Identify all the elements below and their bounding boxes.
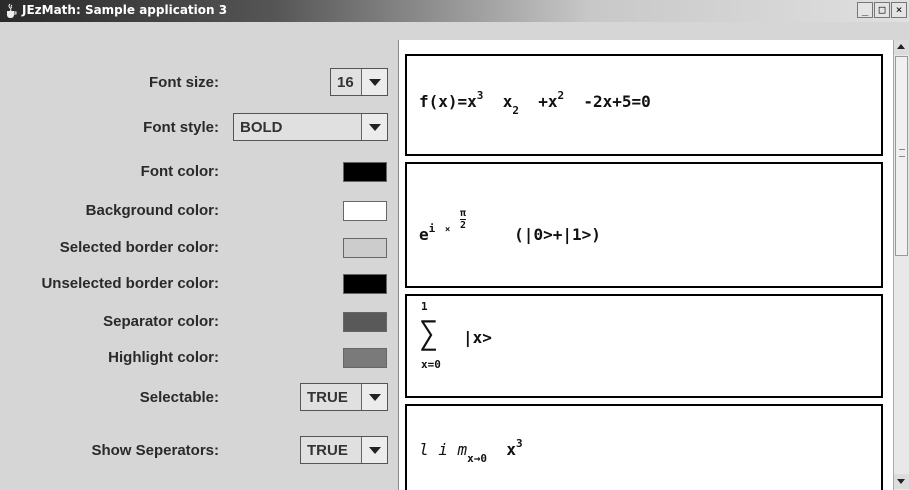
java-cup-icon — [7, 3, 17, 18]
formula-2: ei × π 2 (|0>+|1>) — [419, 208, 601, 244]
formula-text: x — [506, 440, 516, 459]
show-separators-value: TRUE — [307, 442, 348, 459]
subscript: 2 — [512, 104, 519, 117]
formula-4: l i mx→0 x3 — [419, 437, 523, 465]
font-color-label: Font color: — [140, 163, 219, 180]
separator-color-swatch[interactable] — [343, 312, 387, 332]
selectable-value: TRUE — [307, 389, 348, 406]
numerator: π — [459, 208, 466, 220]
formula-text: -2x+5=0 — [583, 92, 651, 111]
selected-border-color-label: Selected border color: — [59, 239, 219, 256]
vertical-scrollbar[interactable] — [893, 40, 909, 490]
exponent: × — [444, 225, 451, 235]
background-color-swatch[interactable] — [343, 201, 387, 221]
close-button[interactable]: × — [891, 2, 907, 18]
exponent: i — [428, 222, 436, 235]
scrollbar-thumb[interactable] — [895, 56, 908, 256]
chevron-down-icon[interactable] — [361, 384, 387, 410]
settings-panel: Font size: 16 Font style: BOLD Font colo… — [0, 22, 398, 490]
separator-color-label: Separator color: — [103, 313, 219, 330]
minimize-button[interactable]: _ — [857, 2, 873, 18]
unselected-border-color-label: Unselected border color: — [41, 275, 219, 292]
formula-text: (|0>+|1>) — [514, 225, 601, 244]
window-title: JEzMath: Sample application 3 — [22, 3, 228, 17]
arrow-up-icon[interactable] — [894, 40, 909, 55]
selectable-combo[interactable]: TRUE — [300, 383, 388, 411]
grip-icon — [899, 149, 905, 157]
formula-text: x — [502, 92, 513, 111]
title-bar[interactable]: JEzMath: Sample application 3 _ □ × — [0, 0, 909, 22]
chevron-down-icon[interactable] — [361, 114, 387, 140]
formula-panel-1[interactable]: f(x)=x3 x2 +x2 -2x+5=0 — [405, 54, 883, 156]
sum-upper: 1 — [421, 300, 428, 313]
app-window: JEzMath: Sample application 3 _ □ × Font… — [0, 0, 909, 490]
font-style-label: Font style: — [143, 119, 219, 136]
formula-panel-3[interactable]: 1 ∑ x=0 |x> — [405, 294, 883, 398]
exponent: 2 — [557, 89, 565, 102]
font-size-combo[interactable]: 16 — [330, 68, 388, 96]
formula-1: f(x)=x3 x2 +x2 -2x+5=0 — [419, 89, 651, 117]
selected-border-color-swatch[interactable] — [343, 238, 387, 258]
formula-panel-2[interactable]: ei × π 2 (|0>+|1>) — [405, 162, 883, 288]
chevron-down-icon[interactable] — [361, 437, 387, 463]
selectable-label: Selectable: — [139, 389, 219, 406]
formula-text: +x — [538, 92, 558, 111]
formula-text: f(x)=x — [419, 92, 477, 111]
formula-text: |x> — [463, 328, 492, 347]
show-separators-combo[interactable]: TRUE — [300, 436, 388, 464]
formula-text: e — [419, 225, 429, 244]
highlight-color-swatch[interactable] — [343, 348, 387, 368]
sum-lower: x=0 — [421, 358, 441, 371]
chevron-down-icon[interactable] — [361, 69, 387, 95]
formula-text: l i m — [419, 440, 468, 459]
font-style-combo[interactable]: BOLD — [233, 113, 388, 141]
font-size-value: 16 — [337, 74, 354, 91]
exponent: 3 — [476, 89, 484, 102]
subscript: x→0 — [467, 452, 488, 465]
formula-list[interactable]: f(x)=x3 x2 +x2 -2x+5=0 ei × π 2 (|0>+|1>… — [398, 40, 893, 490]
highlight-color-label: Highlight color: — [108, 349, 219, 366]
font-style-value: BOLD — [240, 119, 283, 136]
sum-sign: ∑ — [419, 314, 439, 352]
font-size-label: Font size: — [149, 74, 219, 91]
maximize-button[interactable]: □ — [874, 2, 890, 18]
exponent: 3 — [515, 437, 523, 450]
denominator: 2 — [459, 220, 466, 231]
fraction: π 2 — [459, 208, 466, 231]
show-separators-label: Show Seperators: — [91, 442, 219, 459]
font-color-swatch[interactable] — [343, 162, 387, 182]
arrow-down-icon[interactable] — [894, 474, 909, 489]
formula-panel-4[interactable]: l i mx→0 x3 — [405, 404, 883, 490]
background-color-label: Background color: — [85, 202, 219, 219]
unselected-border-color-swatch[interactable] — [343, 274, 387, 294]
